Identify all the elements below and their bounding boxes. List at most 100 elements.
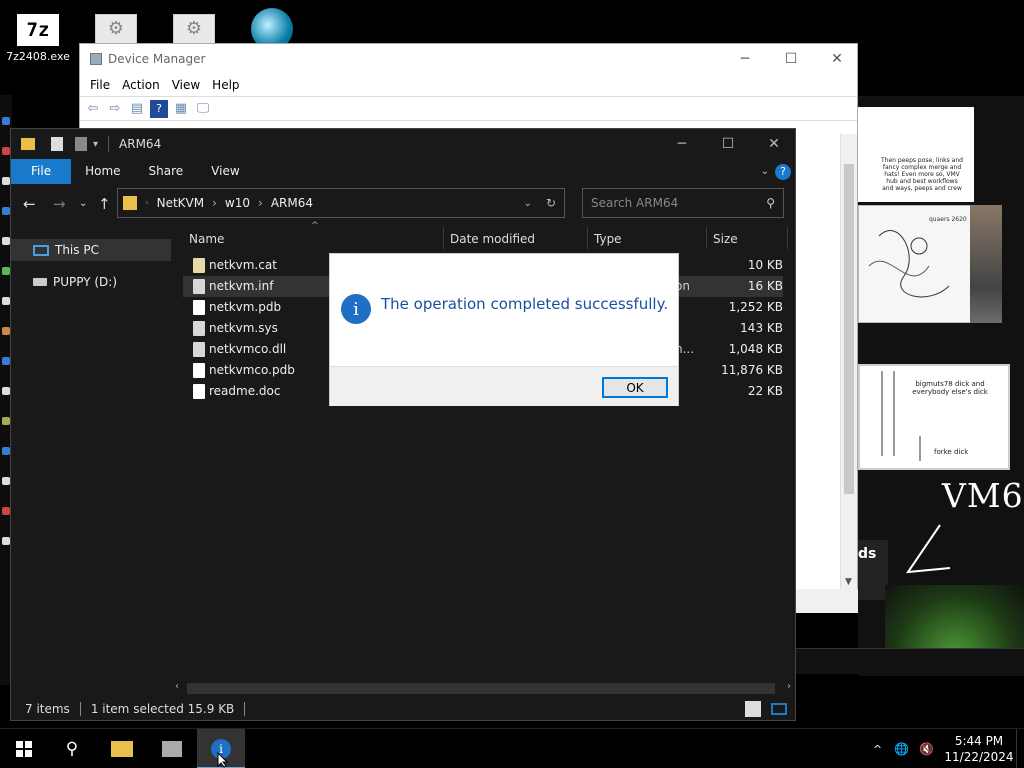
- help-icon[interactable]: ?: [150, 99, 168, 118]
- search-button[interactable]: ⚲: [48, 729, 96, 768]
- scan-hardware-icon[interactable]: 🖵: [194, 100, 212, 118]
- device-manager-icon: [162, 741, 182, 757]
- maximize-button[interactable]: ☐: [768, 46, 814, 72]
- file-size: 16 KB: [747, 279, 783, 293]
- menu-bar: File Action View Help: [80, 74, 857, 96]
- item-count: 7 items: [25, 702, 70, 716]
- scrollbar-thumb[interactable]: [844, 164, 854, 494]
- clock[interactable]: 5:44 PM 11/22/2024: [942, 733, 1016, 765]
- refresh-icon[interactable]: ↻: [546, 196, 556, 210]
- quick-properties-icon[interactable]: [51, 137, 63, 151]
- nav-item-label: This PC: [55, 243, 99, 257]
- folder-icon: [123, 196, 137, 210]
- settings-shortcut-icon-2[interactable]: ⚙: [160, 14, 228, 44]
- breadcrumb-arm64[interactable]: ARM64: [271, 196, 313, 210]
- file-name: netkvm.inf: [209, 279, 274, 293]
- device-manager-taskbar-button[interactable]: [148, 729, 196, 768]
- column-divider[interactable]: [587, 227, 588, 249]
- sort-up-icon: ^: [311, 221, 319, 231]
- navigation-pane: This PC PUPPY (D:): [11, 239, 171, 679]
- forward-arrow-icon[interactable]: →: [53, 195, 66, 213]
- nav-item-this-pc[interactable]: This PC: [11, 239, 171, 261]
- scroll-right-icon[interactable]: ›: [787, 681, 791, 692]
- tab-share[interactable]: Share: [135, 159, 198, 184]
- breadcrumb-w10[interactable]: w10: [225, 196, 250, 210]
- dll-file-icon: [193, 342, 205, 357]
- recent-locations-icon[interactable]: ⌄: [79, 198, 87, 209]
- file-name: netkvm.sys: [209, 321, 278, 335]
- file-explorer-window[interactable]: ▾ ARM64 ─ ☐ ✕ File Home Share View ⌄ ? ←…: [10, 128, 796, 721]
- start-button[interactable]: [0, 729, 48, 768]
- column-divider[interactable]: [787, 227, 788, 249]
- scroll-down-icon[interactable]: ▼: [845, 577, 852, 587]
- file-name: netkvmco.dll: [209, 342, 287, 356]
- column-name[interactable]: Name: [189, 232, 224, 246]
- help-icon[interactable]: ?: [775, 163, 791, 180]
- column-date-modified[interactable]: Date modified: [450, 232, 535, 246]
- close-button[interactable]: ✕: [814, 46, 860, 72]
- catalog-file-icon: [193, 258, 205, 273]
- close-button[interactable]: ✕: [751, 129, 797, 159]
- new-folder-icon[interactable]: [75, 137, 87, 151]
- tab-home[interactable]: Home: [71, 159, 134, 184]
- properties-icon[interactable]: ▦: [172, 100, 190, 118]
- file-explorer-taskbar-button[interactable]: [98, 729, 146, 768]
- file-name: readme.doc: [209, 384, 281, 398]
- address-dropdown-icon[interactable]: ⌄: [524, 198, 532, 209]
- drive-icon: [33, 278, 47, 286]
- minimize-button[interactable]: ─: [722, 46, 768, 72]
- network-globe-icon[interactable]: 🌐: [894, 742, 909, 756]
- status-bar: 7 items 1 item selected 15.9 KB: [11, 697, 795, 721]
- settings-shortcut-icon[interactable]: ⚙: [82, 14, 150, 44]
- address-bar[interactable]: › NetKVM › w10 › ARM64 ⌄ ↻: [117, 188, 565, 218]
- menu-view[interactable]: View: [166, 78, 206, 92]
- breadcrumb-netkvm[interactable]: NetKVM: [157, 196, 205, 210]
- maximize-button[interactable]: ☐: [705, 129, 751, 159]
- back-arrow-icon[interactable]: ⇦: [84, 100, 102, 118]
- column-divider[interactable]: [443, 227, 444, 249]
- menu-file[interactable]: File: [84, 78, 116, 92]
- horizontal-scrollbar[interactable]: ‹ ›: [171, 680, 795, 697]
- search-icon[interactable]: ⚲: [766, 196, 775, 210]
- vertical-scrollbar[interactable]: ▼: [840, 134, 857, 589]
- column-size[interactable]: Size: [713, 232, 738, 246]
- breadcrumb-chevron-icon: ›: [145, 198, 149, 208]
- large-icons-view-icon[interactable]: [771, 703, 787, 715]
- desktop-icon-label: 7z2408.exe: [6, 50, 70, 63]
- 7zip-installer-icon[interactable]: 7z 7z2408.exe: [4, 14, 72, 63]
- ribbon-tabs: File Home Share View ⌄ ?: [11, 159, 795, 184]
- selection-info: 1 item selected 15.9 KB: [90, 702, 235, 716]
- message-dialog[interactable]: i The operation completed successfully. …: [329, 253, 679, 406]
- menu-action[interactable]: Action: [116, 78, 166, 92]
- arrow-doodle-icon: [905, 524, 951, 574]
- device-manager-titlebar[interactable]: Device Manager ─ ☐ ✕: [80, 44, 857, 74]
- tab-view[interactable]: View: [197, 159, 253, 184]
- customize-toolbar-icon[interactable]: ▾: [93, 139, 98, 150]
- menu-help[interactable]: Help: [206, 78, 245, 92]
- details-view-icon[interactable]: [745, 701, 761, 717]
- volume-muted-icon[interactable]: 🔇: [919, 742, 934, 756]
- tab-file[interactable]: File: [11, 159, 72, 184]
- ok-button[interactable]: OK: [602, 377, 668, 398]
- back-arrow-icon[interactable]: ←: [23, 195, 36, 213]
- show-desktop-button[interactable]: [1016, 729, 1024, 768]
- expand-ribbon-icon[interactable]: ⌄: [755, 159, 775, 184]
- forward-arrow-icon[interactable]: ⇨: [106, 100, 124, 118]
- column-headers: Name ^ Date modified Type Size: [183, 221, 788, 251]
- file-size: 143 KB: [740, 321, 783, 335]
- show-hide-tree-icon[interactable]: ▤: [128, 100, 146, 118]
- up-arrow-icon[interactable]: ↑: [98, 195, 111, 213]
- file-size: 1,252 KB: [728, 300, 783, 314]
- search-icon: ⚲: [65, 739, 79, 759]
- scroll-left-icon[interactable]: ‹: [175, 681, 179, 692]
- search-box[interactable]: Search ARM64 ⚲: [582, 188, 784, 218]
- nav-item-puppy-drive[interactable]: PUPPY (D:): [11, 271, 171, 293]
- show-hidden-icons-icon[interactable]: ^: [873, 743, 882, 756]
- explorer-titlebar[interactable]: ▾ ARM64 ─ ☐ ✕: [11, 129, 795, 159]
- document-icon: [193, 300, 205, 315]
- divider: [108, 136, 110, 152]
- column-type[interactable]: Type: [594, 232, 622, 246]
- column-divider[interactable]: [706, 227, 707, 249]
- minimize-button[interactable]: ─: [659, 129, 705, 159]
- scrollbar-thumb[interactable]: [187, 683, 775, 694]
